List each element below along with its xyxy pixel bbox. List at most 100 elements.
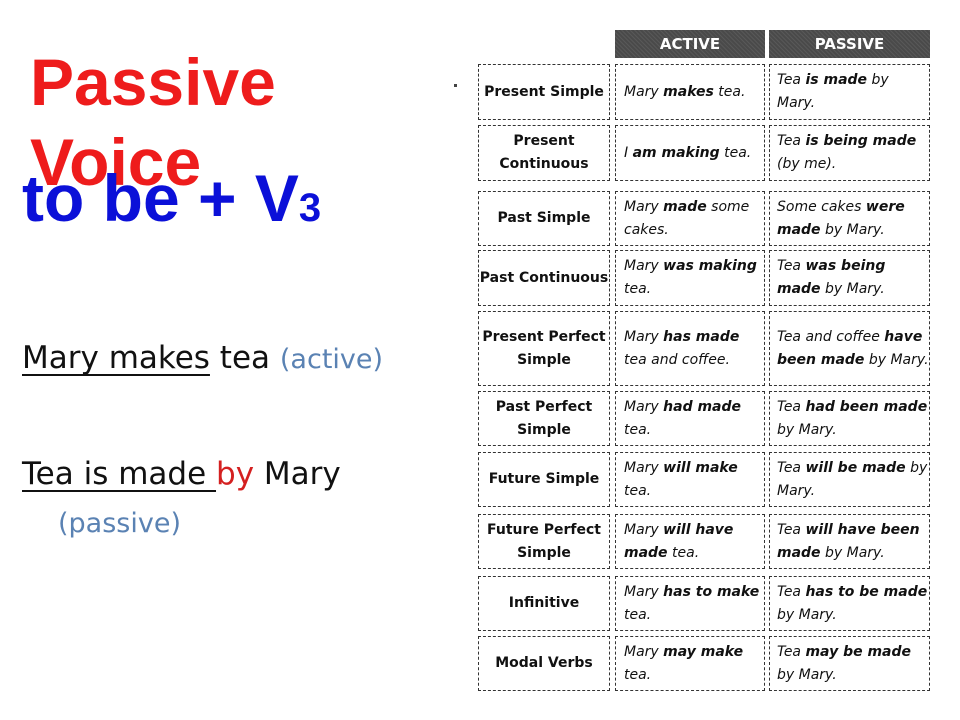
tense-label-text: Present Simple xyxy=(484,83,604,100)
passive-example: Tea is being made (by me). xyxy=(769,125,930,181)
verb-form: will make xyxy=(663,459,738,476)
sentence-fragment: Mary xyxy=(624,328,664,345)
passive-sentence: Tea and coffee have been made by Mary. xyxy=(777,326,929,372)
example-passive-note: (passive) xyxy=(58,508,181,539)
tense-label: Modal Verbs xyxy=(478,636,610,691)
sentence-fragment: Tea xyxy=(777,459,806,476)
example-passive-rest: Mary xyxy=(254,456,341,492)
sentence-fragment: Mary xyxy=(624,459,664,476)
example-passive: Tea is made by Mary xyxy=(22,456,341,492)
tense-label: Present Perfect Simple xyxy=(478,311,610,386)
active-example: Mary may make tea. xyxy=(615,636,765,691)
tense-label: Future Simple xyxy=(478,452,610,507)
active-sentence: I am making tea. xyxy=(624,142,751,165)
passive-sentence: Tea may be made by Mary. xyxy=(777,641,929,687)
sentence-fragment: by Mary. xyxy=(820,281,885,297)
tense-label-text: Past Simple xyxy=(497,210,591,226)
tense-label: Past Simple xyxy=(478,191,610,246)
passive-example: Tea will be made by Mary. xyxy=(769,452,930,507)
tense-label: Past Continuous xyxy=(478,250,610,306)
tense-label-text: Future Perfect Simple xyxy=(486,521,601,561)
verb-form: made xyxy=(663,198,707,215)
active-example: Mary made some cakes. xyxy=(615,191,765,246)
passive-example: Tea is made by Mary. xyxy=(769,64,930,120)
stray-dot xyxy=(454,84,457,87)
sentence-fragment: by Mary. xyxy=(820,221,885,238)
tense-label: Infinitive xyxy=(478,576,610,631)
active-example: Mary makes tea. xyxy=(615,64,765,120)
verb-form: has made xyxy=(663,328,740,345)
active-example: Mary was making tea. xyxy=(615,250,765,306)
active-sentence: Mary has to make tea. xyxy=(624,581,764,627)
sentence-fragment: tea. xyxy=(719,144,752,161)
active-sentence: Mary had made tea. xyxy=(624,396,764,442)
verb-form: had been made xyxy=(805,398,928,415)
passive-example: Tea has to be made by Mary. xyxy=(769,576,930,631)
active-example: Mary has made tea and coffee. xyxy=(615,311,765,386)
verb-form: was making xyxy=(663,258,757,274)
verb-form: will be made xyxy=(805,459,906,476)
sentence-fragment: Mary xyxy=(624,398,664,415)
example-active: Mary makes tea (active) xyxy=(22,340,383,376)
sentence-fragment: Mary xyxy=(624,198,664,215)
active-example: Mary will make tea. xyxy=(615,452,765,507)
header-passive: PASSIVE xyxy=(769,30,930,58)
tense-label-text: Infinitive xyxy=(508,595,580,611)
tense-label: Past Perfect Simple xyxy=(478,391,610,446)
passive-sentence: Some cakes were made by Mary. xyxy=(777,196,929,242)
active-sentence: Mary made some cakes. xyxy=(624,196,764,242)
passive-example: Tea may be made by Mary. xyxy=(769,636,930,691)
formula: to be + V3 xyxy=(22,158,321,248)
passive-sentence: Tea was being made by Mary. xyxy=(777,255,929,301)
passive-sentence: Tea will be made by Mary. xyxy=(777,457,929,503)
passive-example: Tea had been made by Mary. xyxy=(769,391,930,446)
tense-label-text: Future Simple xyxy=(488,471,600,487)
verb-form: has to be made xyxy=(805,583,928,600)
sentence-fragment: Mary xyxy=(624,258,664,274)
passive-sentence: Tea is being made (by me). xyxy=(777,130,929,176)
sentence-fragment: Tea xyxy=(777,521,806,538)
passive-example: Tea will have been made by Mary. xyxy=(769,514,930,569)
active-sentence: Mary makes tea. xyxy=(624,81,745,104)
sentence-fragment: Mary xyxy=(624,521,664,538)
sentence-fragment: by Mary. xyxy=(820,544,885,561)
tense-label-text: Past Continuous xyxy=(479,269,609,286)
sentence-fragment: tea. xyxy=(667,544,700,561)
sentence-fragment: Mary xyxy=(624,83,664,100)
passive-example: Tea was being made by Mary. xyxy=(769,250,930,306)
example-passive-by: by xyxy=(216,456,255,492)
active-sentence: Mary was making tea. xyxy=(624,255,764,301)
active-sentence: Mary has made tea and coffee. xyxy=(624,326,764,372)
passive-sentence: Tea had been made by Mary. xyxy=(777,396,929,442)
example-active-rest: tea xyxy=(209,340,280,376)
active-sentence: Mary will make tea. xyxy=(624,457,764,503)
verb-form: has to make xyxy=(663,583,760,600)
verb-form: am making xyxy=(632,144,720,161)
example-active-note: (active) xyxy=(279,344,384,375)
verb-form: makes xyxy=(663,83,714,100)
formula-subscript: 3 xyxy=(298,186,322,230)
sentence-fragment: Tea xyxy=(777,398,806,415)
active-example: Mary will have made tea. xyxy=(615,514,765,569)
passive-example: Tea and coffee have been made by Mary. xyxy=(769,311,930,386)
sentence-fragment: Tea xyxy=(777,643,806,660)
passive-sentence: Tea has to be made by Mary. xyxy=(777,581,929,627)
active-example: I am making tea. xyxy=(615,125,765,181)
verb-form: had made xyxy=(663,398,742,415)
active-example: Mary had made tea. xyxy=(615,391,765,446)
sentence-fragment: Mary xyxy=(624,583,664,600)
tense-label: Present Simple xyxy=(478,64,610,120)
formula-text: to be + V xyxy=(22,161,299,235)
verb-form: is made xyxy=(805,72,868,88)
tense-label-text: Past Perfect Simple xyxy=(495,398,593,438)
active-example: Mary has to make tea. xyxy=(615,576,765,631)
sentence-fragment: Mary xyxy=(624,643,664,660)
title-passive: Passive xyxy=(30,45,276,119)
sentence-fragment: tea. xyxy=(713,83,746,100)
active-sentence: Mary will have made tea. xyxy=(624,519,764,565)
passive-example: Some cakes were made by Mary. xyxy=(769,191,930,246)
sentence-fragment: Tea xyxy=(777,133,806,149)
example-passive-underlined: Tea is made xyxy=(22,456,217,492)
sentence-fragment: I xyxy=(624,144,633,161)
sentence-fragment: Tea xyxy=(777,258,806,274)
